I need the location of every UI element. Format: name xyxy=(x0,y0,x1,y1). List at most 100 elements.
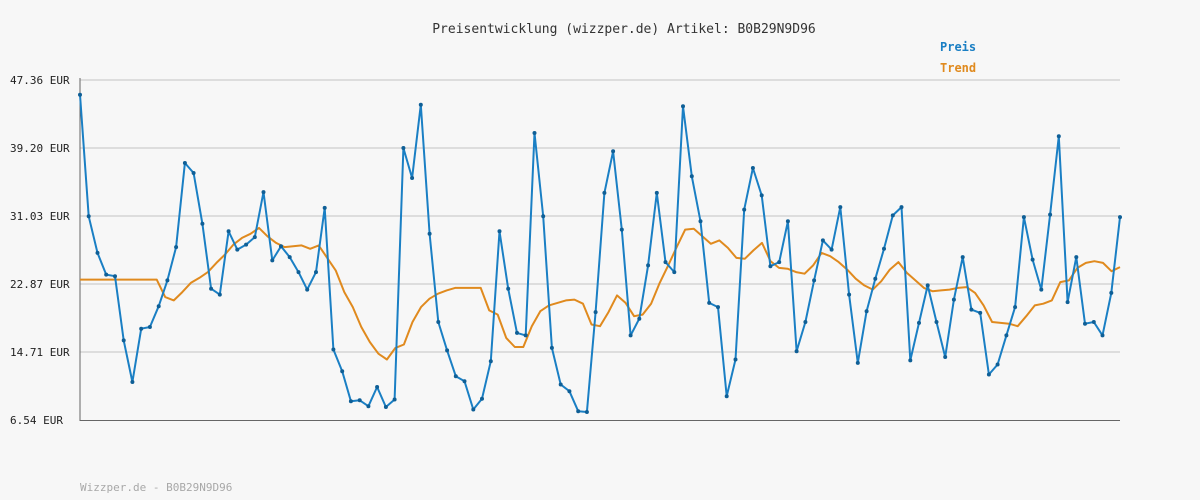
data-point-preis xyxy=(427,231,432,236)
data-point-preis xyxy=(908,358,913,363)
data-point-preis xyxy=(1100,333,1105,338)
data-point-preis xyxy=(785,219,790,224)
data-point-preis xyxy=(986,372,991,377)
data-point-preis xyxy=(113,274,117,279)
data-point-preis xyxy=(847,292,852,297)
data-point-preis xyxy=(497,229,502,234)
data-point-preis xyxy=(305,287,310,292)
data-point-preis xyxy=(969,307,974,312)
data-point-preis xyxy=(742,207,747,212)
data-point-preis xyxy=(1056,134,1061,139)
data-point-preis xyxy=(488,359,493,364)
data-point-preis xyxy=(1013,305,1018,310)
data-point-preis xyxy=(331,347,336,352)
data-point-preis xyxy=(418,102,423,107)
data-point-preis xyxy=(95,250,100,255)
data-point-preis xyxy=(314,270,318,275)
data-point-preis xyxy=(689,174,694,179)
data-point-preis xyxy=(200,221,205,226)
data-point-preis xyxy=(383,405,388,409)
data-point-preis xyxy=(462,379,467,384)
data-point-preis xyxy=(121,338,126,343)
data-point-preis xyxy=(1039,287,1044,292)
data-point-preis xyxy=(130,380,135,384)
data-point-preis xyxy=(995,362,1000,367)
data-point-preis xyxy=(270,258,275,263)
data-point-preis xyxy=(602,190,607,195)
data-point-preis xyxy=(322,205,327,210)
data-point-preis xyxy=(1021,215,1026,220)
data-point-preis xyxy=(724,394,729,399)
data-point-preis xyxy=(1083,321,1087,326)
data-point-preis xyxy=(244,242,249,247)
data-point-preis xyxy=(541,214,546,219)
grid-lines xyxy=(80,79,1120,353)
data-point-preis xyxy=(532,131,537,135)
data-point-preis xyxy=(1004,333,1009,338)
data-point-preis xyxy=(628,333,633,338)
data-point-preis xyxy=(252,235,257,240)
data-point-preis xyxy=(593,310,598,315)
data-point-preis xyxy=(348,399,353,404)
data-point-preis xyxy=(812,278,817,283)
data-point-preis xyxy=(733,357,738,362)
data-point-preis xyxy=(296,270,301,275)
data-point-preis xyxy=(864,309,869,314)
data-point-preis xyxy=(1030,257,1035,262)
data-point-preis xyxy=(1109,290,1114,295)
data-point-preis xyxy=(375,385,380,389)
y-tick-label: 22.87 EUR xyxy=(10,278,70,291)
data-point-preis xyxy=(943,355,948,359)
data-point-preis xyxy=(681,104,685,109)
data-point-preis xyxy=(410,176,415,180)
data-point-preis xyxy=(584,410,589,414)
data-point-preis xyxy=(716,305,720,310)
data-point-preis xyxy=(261,190,266,195)
data-point-preis xyxy=(480,396,484,401)
data-point-preis xyxy=(672,270,677,275)
series-lines xyxy=(79,94,1121,413)
data-point-preis xyxy=(174,245,179,250)
data-point-preis xyxy=(890,213,895,218)
data-point-preis xyxy=(401,146,406,150)
data-point-preis xyxy=(654,190,659,195)
data-point-preis xyxy=(279,244,283,249)
data-point-preis xyxy=(960,255,965,260)
data-point-preis xyxy=(663,260,668,265)
data-point-preis xyxy=(515,330,519,335)
data-point-preis xyxy=(549,345,554,350)
data-point-preis xyxy=(392,397,397,402)
data-point-preis xyxy=(925,283,930,288)
y-axis-tick-labels: 47.36 EUR 39.20 EUR 31.03 EUR 22.87 EUR … xyxy=(10,74,70,427)
data-point-preis xyxy=(646,263,651,268)
data-point-preis xyxy=(471,407,476,412)
data-point-preis xyxy=(191,171,196,175)
data-point-preis xyxy=(567,389,572,394)
price-chart: Preisentwicklung (wizzper.de) Artikel: B… xyxy=(0,0,1200,500)
data-point-preis xyxy=(453,374,458,379)
data-point-preis xyxy=(506,286,511,291)
data-point-preis xyxy=(182,161,187,165)
data-point-preis xyxy=(838,205,843,210)
data-point-preis xyxy=(340,369,345,374)
data-point-preis xyxy=(576,409,581,414)
data-point-preis xyxy=(209,286,214,291)
y-tick-label: 14.71 EUR xyxy=(10,346,70,359)
chart-canvas: Preisentwicklung (wizzper.de) Artikel: B… xyxy=(10,22,1122,494)
y-tick-label: 47.36 EUR xyxy=(10,74,70,87)
data-point-preis xyxy=(899,205,904,210)
data-point-preis xyxy=(794,349,799,354)
data-point-preis xyxy=(165,278,170,283)
chart-footer: Wizzper.de - B0B29N9D96 xyxy=(80,481,232,494)
data-point-preis xyxy=(873,276,878,281)
y-tick-label: 31.03 EUR xyxy=(10,210,70,223)
data-point-preis xyxy=(558,382,563,387)
data-point-preis xyxy=(611,149,616,154)
data-point-preis xyxy=(803,320,808,324)
data-point-preis xyxy=(917,320,921,325)
series-line-preis xyxy=(79,94,1121,413)
data-point-preis xyxy=(357,398,362,403)
data-point-preis xyxy=(750,166,755,170)
data-point-preis xyxy=(1118,215,1122,220)
chart-title: Preisentwicklung (wizzper.de) Artikel: B… xyxy=(432,22,816,37)
